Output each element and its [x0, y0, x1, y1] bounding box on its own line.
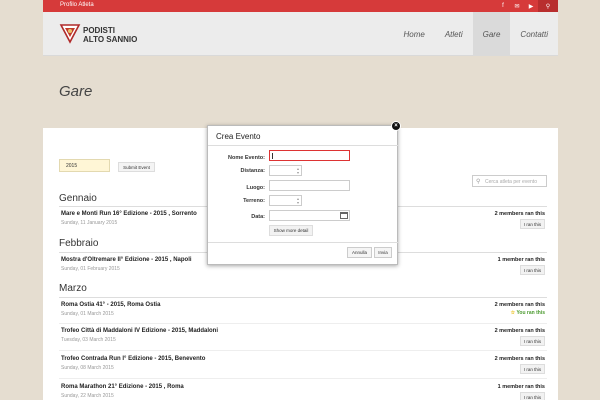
logo-text[interactable]: PODISTI ALTO SANNIO	[83, 26, 137, 44]
members-count: 1 member ran this	[497, 257, 545, 263]
distanza-select[interactable]: ▴ ▾	[269, 165, 302, 176]
submit-button[interactable]: Invia	[374, 247, 392, 258]
month-heading: Marzo	[59, 283, 87, 294]
divider	[208, 145, 399, 146]
event-title[interactable]: Trofeo Contrada Run I° Edizione - 2015, …	[61, 356, 205, 362]
nav-gare[interactable]: Gare	[472, 12, 511, 56]
members-count: 2 members ran this	[494, 328, 545, 334]
i-ran-this-button[interactable]: I ran this	[520, 392, 545, 400]
you-ran-label: You ran this	[516, 310, 545, 316]
members-count: 1 member ran this	[497, 384, 545, 390]
close-icon[interactable]: ×	[391, 121, 401, 131]
page-title: Gare	[59, 83, 93, 100]
members-count: 2 members ran this	[494, 211, 545, 217]
athlete-search-input[interactable]: ⚲ Cerca atleta per evento	[472, 175, 547, 187]
month-heading: Gennaio	[59, 193, 97, 204]
event-date: Sunday, 01 March 2015	[61, 311, 114, 317]
i-ran-this-button[interactable]: I ran this	[520, 336, 545, 346]
top-bar: Profilo Atleta f ✉ ▶ ⚲	[43, 0, 558, 12]
facebook-icon[interactable]: f	[496, 0, 510, 12]
year-select[interactable]: 2015	[59, 159, 110, 172]
event-row: Roma Marathon 21° Edizione - 2015 , Roma…	[59, 382, 547, 400]
show-more-detail-button[interactable]: Show more detail	[269, 225, 313, 236]
logo-line-1: PODISTI	[83, 26, 116, 35]
luogo-label: Luogo:	[246, 185, 265, 191]
divider	[59, 323, 547, 324]
divider	[59, 297, 547, 298]
members-count: 2 members ran this	[494, 302, 545, 308]
terreno-select[interactable]: ▴ ▾	[269, 195, 302, 206]
distanza-label: Distanza:	[240, 168, 265, 174]
site-header: PODISTI ALTO SANNIO Home Atleti Gare Con…	[43, 12, 558, 56]
nav-atleti[interactable]: Atleti	[435, 12, 473, 56]
youtube-icon[interactable]: ▶	[524, 0, 538, 12]
main-nav: Home Atleti Gare Contatti	[393, 12, 558, 56]
divider	[208, 242, 399, 243]
event-title[interactable]: Mare e Monti Run 16° Edizione - 2015 , S…	[61, 211, 197, 217]
nome-evento-label: Nome Evento:	[228, 155, 265, 161]
event-title[interactable]: Mostra d'Oltremare II° Edizione - 2015 ,…	[61, 257, 192, 263]
spinner-icon: ▴ ▾	[296, 196, 299, 205]
spinner-icon: ▴ ▾	[296, 166, 299, 175]
event-title[interactable]: Roma Marathon 21° Edizione - 2015 , Roma	[61, 384, 184, 390]
nav-home[interactable]: Home	[393, 12, 434, 56]
event-date: Sunday, 22 March 2015	[61, 393, 114, 399]
mail-icon[interactable]: ✉	[510, 0, 524, 12]
divider	[59, 378, 547, 379]
nav-contatti[interactable]: Contatti	[510, 12, 558, 56]
members-count: 2 members ran this	[494, 356, 545, 362]
i-ran-this-button[interactable]: I ran this	[520, 364, 545, 374]
search-icon[interactable]: ⚲	[538, 0, 558, 12]
dialog-title: Crea Evento	[216, 132, 261, 141]
i-ran-this-button[interactable]: I ran this	[520, 219, 545, 229]
text-caret	[272, 153, 273, 159]
logo-emblem-icon[interactable]	[59, 22, 81, 44]
logo-line-2: ALTO SANNIO	[83, 35, 138, 44]
search-placeholder: Cerca atleta per evento	[485, 179, 537, 185]
cancel-button[interactable]: Annulla	[347, 247, 372, 258]
event-date: Sunday, 08 March 2015	[61, 365, 114, 371]
event-title[interactable]: Trofeo Città di Maddaloni IV Edizione - …	[61, 328, 218, 334]
divider	[59, 350, 547, 351]
i-ran-this-button[interactable]: I ran this	[520, 265, 545, 275]
you-ran-this-badge: ☆ You ran this	[511, 310, 545, 316]
event-date: Sunday, 01 February 2015	[61, 266, 120, 272]
create-event-dialog: Crea Evento	[207, 125, 399, 265]
event-date: Sunday, 11 January 2015	[61, 220, 118, 226]
luogo-input[interactable]	[269, 180, 350, 191]
search-icon: ⚲	[476, 179, 481, 185]
data-input[interactable]	[269, 210, 350, 221]
month-heading: Febbraio	[59, 238, 99, 249]
submit-event-button[interactable]: Submit Event	[118, 162, 155, 172]
terreno-label: Terreno:	[243, 198, 265, 204]
event-date: Tuesday, 03 March 2015	[61, 337, 116, 343]
calendar-icon[interactable]	[340, 212, 348, 219]
star-icon: ☆	[510, 310, 516, 316]
profile-link[interactable]: Profilo Atleta	[60, 2, 94, 8]
social-icons: f ✉ ▶ ⚲	[496, 0, 558, 12]
data-label: Data:	[251, 214, 265, 220]
event-title[interactable]: Roma Ostia 41° - 2015, Roma Ostia	[61, 302, 160, 308]
event-row: Trofeo Città di Maddaloni IV Edizione - …	[59, 326, 547, 352]
event-row: Trofeo Contrada Run I° Edizione - 2015, …	[59, 354, 547, 380]
nome-evento-input[interactable]	[269, 150, 350, 161]
